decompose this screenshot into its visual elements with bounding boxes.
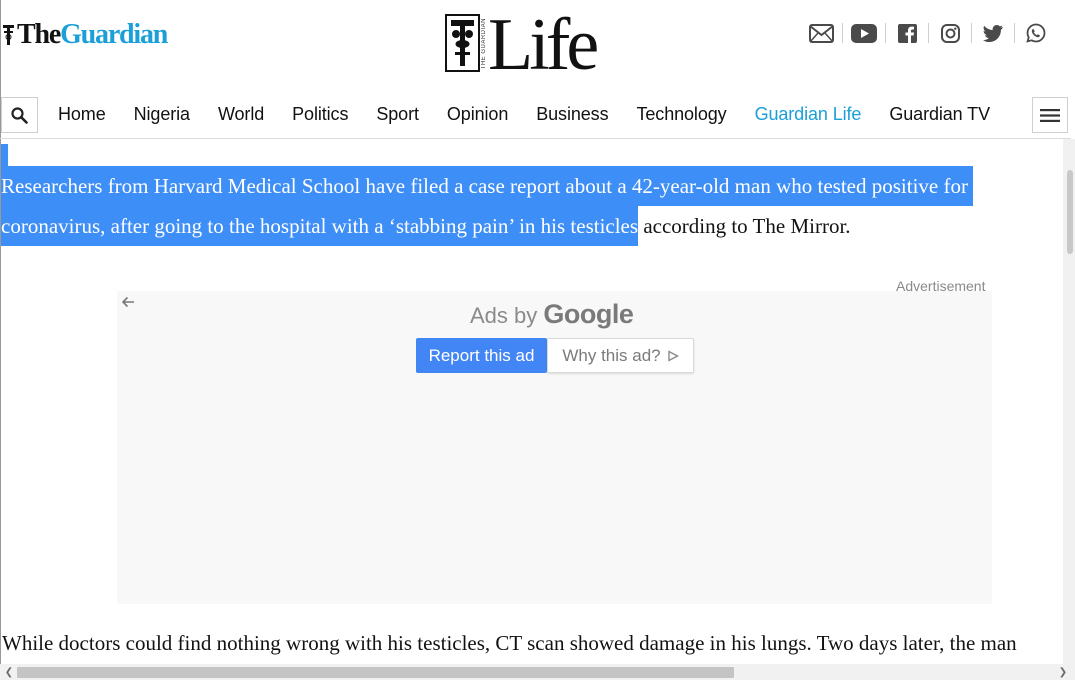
scroll-left-arrow-icon[interactable]: ❮	[3, 665, 15, 679]
google-wordmark: Google	[543, 299, 634, 329]
social-links	[800, 20, 1057, 46]
life-crest-icon	[445, 14, 480, 72]
why-this-ad-button[interactable]: Why this ad?	[547, 338, 694, 373]
life-side-text: THE GUARDIAN	[481, 17, 487, 69]
facebook-icon[interactable]	[894, 20, 920, 46]
logo-guardian: Guardian	[60, 19, 168, 50]
nav-items: Home Nigeria World Politics Sport Opinio…	[44, 94, 1004, 134]
logo-the: The	[17, 19, 61, 50]
why-this-ad-label: Why this ad?	[562, 345, 661, 365]
life-logo[interactable]: THE GUARDIAN Life	[445, 4, 599, 86]
whatsapp-icon[interactable]	[1023, 20, 1049, 46]
scroll-right-arrow-icon[interactable]: ❯	[1057, 665, 1069, 679]
nav-item-guardian-tv[interactable]: Guardian TV	[875, 104, 1004, 125]
report-ad-button[interactable]: Report this ad	[416, 338, 547, 373]
main-nav: Home Nigeria World Politics Sport Opinio…	[0, 94, 1071, 139]
selection-highlight	[1, 144, 8, 166]
twitter-icon[interactable]	[980, 20, 1006, 46]
ad-container: Ads by Google Report this ad Why this ad…	[117, 291, 992, 604]
social-divider	[1014, 23, 1015, 43]
article-line-1: Researchers from Harvard Medical School …	[1, 166, 973, 206]
hamburger-icon	[1040, 108, 1060, 122]
youtube-icon[interactable]	[851, 20, 877, 46]
nav-item-politics[interactable]: Politics	[278, 104, 362, 125]
selected-text: Researchers from Harvard Medical School …	[1, 166, 973, 206]
instagram-icon[interactable]	[937, 20, 963, 46]
ads-by-text: Ads by	[470, 303, 544, 328]
search-button[interactable]	[1, 97, 38, 133]
article-paragraph-2[interactable]: While doctors could find nothing wrong w…	[2, 624, 1071, 662]
vertical-scroll-thumb[interactable]	[1067, 170, 1073, 254]
social-divider	[885, 23, 886, 43]
social-divider	[971, 23, 972, 43]
horizontal-scroll-thumb[interactable]	[17, 667, 734, 678]
nav-item-home[interactable]: Home	[44, 104, 120, 125]
crest-icon	[3, 25, 14, 45]
nav-item-business[interactable]: Business	[522, 104, 622, 125]
back-arrow-icon[interactable]	[121, 295, 135, 309]
nav-item-nigeria[interactable]: Nigeria	[120, 104, 204, 125]
guardian-logo[interactable]: TheGuardian	[2, 18, 168, 52]
selected-text: coronavirus, after going to the hospital…	[1, 206, 639, 246]
article-text: according to The Mirror.	[638, 214, 851, 238]
ads-by-google: Ads by Google	[470, 299, 634, 330]
article-line-2: coronavirus, after going to the hospital…	[1, 206, 851, 246]
nav-item-world[interactable]: World	[204, 104, 278, 125]
life-wordmark: Life	[488, 4, 599, 86]
adchoices-icon	[667, 349, 679, 362]
nav-item-sport[interactable]: Sport	[362, 104, 433, 125]
menu-button[interactable]	[1032, 97, 1068, 133]
social-divider	[842, 23, 843, 43]
nav-item-technology[interactable]: Technology	[622, 104, 740, 125]
nav-item-guardian-life[interactable]: Guardian Life	[741, 104, 876, 125]
social-divider	[928, 23, 929, 43]
nav-item-opinion[interactable]: Opinion	[433, 104, 522, 125]
mail-icon[interactable]	[808, 20, 834, 46]
search-icon	[11, 106, 28, 124]
